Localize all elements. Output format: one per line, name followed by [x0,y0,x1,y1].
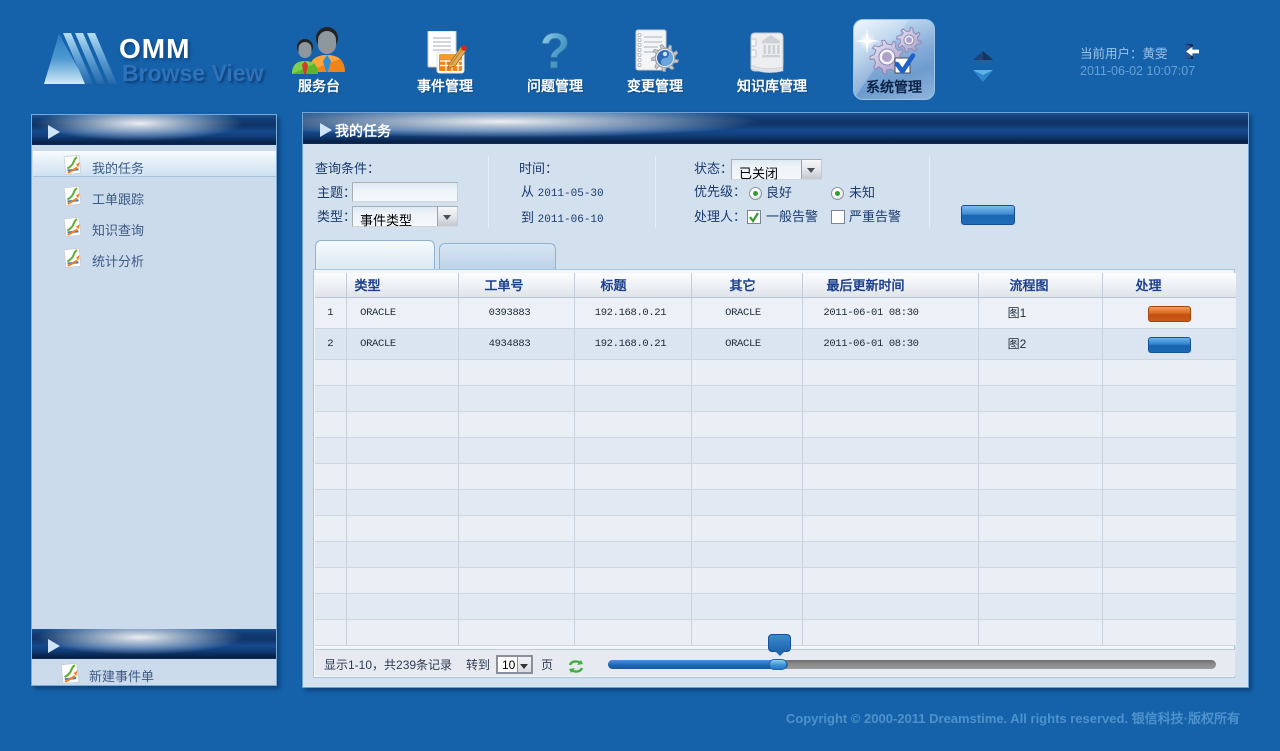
svg-text:?: ? [540,28,571,76]
